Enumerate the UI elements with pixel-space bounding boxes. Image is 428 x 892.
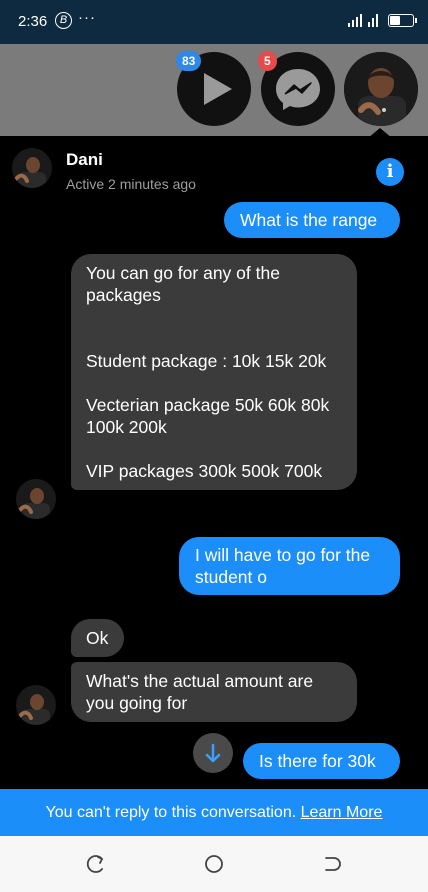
arrow-down-icon xyxy=(205,743,221,763)
home-icon xyxy=(205,855,223,873)
chat-panel: Dani Active 2 minutes ago i What is the … xyxy=(0,136,428,788)
message-bubble-outgoing[interactable]: I will have to go for the student o xyxy=(179,537,400,595)
message-text: I will have to go for the student o xyxy=(195,545,371,587)
contact-avatar xyxy=(16,685,56,725)
status-time: 2:36 xyxy=(18,13,48,30)
video-unread-badge: 83 xyxy=(176,51,202,71)
back-button[interactable] xyxy=(84,852,108,876)
b-notification-icon: B xyxy=(55,12,72,29)
message-text: Is there for 30k xyxy=(259,751,376,771)
recent-apps-button[interactable] xyxy=(320,852,344,876)
banner-text: You can't reply to this conversation. xyxy=(45,804,297,821)
back-icon xyxy=(86,855,103,873)
active-status: Active 2 minutes ago xyxy=(66,176,196,192)
status-indicators xyxy=(348,13,417,27)
contact-name[interactable]: Dani xyxy=(66,150,103,170)
message-bubble-incoming[interactable]: What's the actual amount are you going f… xyxy=(71,662,357,722)
battery-icon xyxy=(388,14,417,27)
info-icon[interactable]: i xyxy=(376,158,404,186)
contact-avatar xyxy=(12,148,52,188)
more-notifications-icon: ··· xyxy=(78,9,96,26)
home-button[interactable] xyxy=(202,852,226,876)
sender-avatar xyxy=(16,479,56,519)
cannot-reply-banner: You can't reply to this conversation. Le… xyxy=(0,789,428,836)
contact-avatar xyxy=(16,479,56,519)
chat-heads-area: 83 5 xyxy=(0,44,428,138)
message-text: Ok xyxy=(86,628,109,648)
message-text: What is the range xyxy=(240,210,378,230)
system-navigation-bar xyxy=(0,836,428,892)
status-bar: 2:36 B ··· xyxy=(0,0,428,44)
contact-chat-head[interactable] xyxy=(344,52,418,126)
message-text: What's the actual amount are you going f… xyxy=(86,671,314,713)
header-avatar[interactable] xyxy=(12,148,52,188)
signal-icon-2 xyxy=(368,13,378,27)
sender-avatar xyxy=(16,685,56,725)
message-bubble-outgoing[interactable]: What is the range xyxy=(224,202,400,238)
recent-apps-icon xyxy=(325,857,341,871)
learn-more-link[interactable]: Learn More xyxy=(301,804,383,821)
messenger-unread-badge: 5 xyxy=(258,51,277,71)
message-bubble-outgoing[interactable]: Is there for 30k xyxy=(243,743,400,779)
contact-avatar xyxy=(344,52,418,126)
message-bubble-incoming[interactable]: Ok xyxy=(71,619,124,657)
signal-icon xyxy=(348,13,362,27)
message-bubble-incoming[interactable]: You can go for any of the packages Stude… xyxy=(71,254,357,490)
scroll-to-bottom-button[interactable] xyxy=(193,733,233,773)
message-text: You can go for any of the packages Stude… xyxy=(86,263,330,481)
